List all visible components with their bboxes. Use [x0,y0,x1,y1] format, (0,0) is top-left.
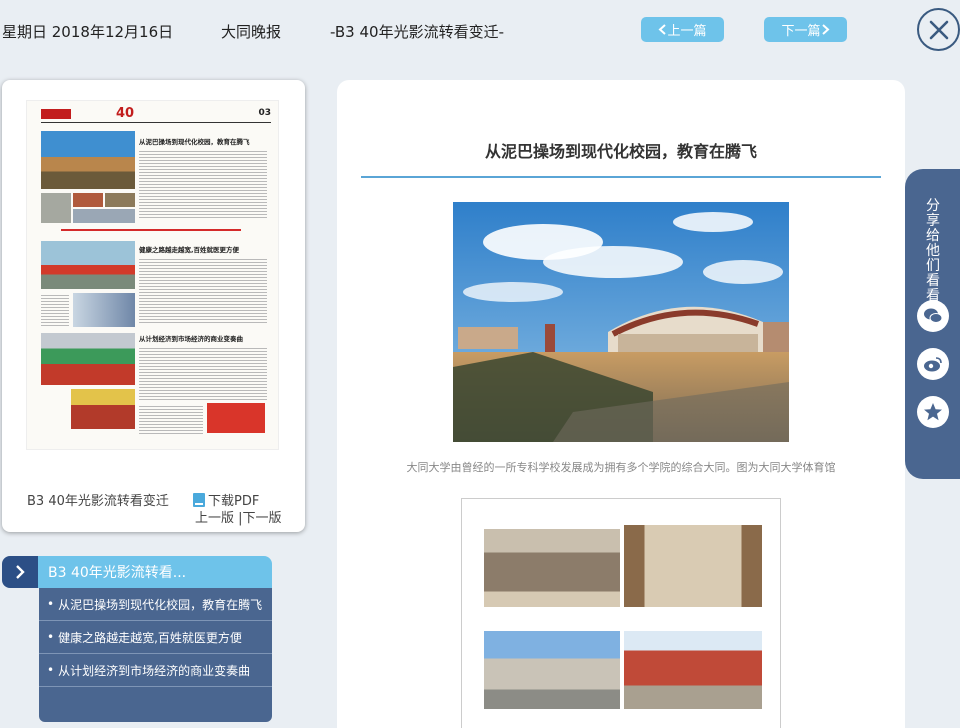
thumb-text-block [139,149,267,219]
thumb-photo-grid [41,193,71,223]
wechat-glyph [924,308,943,323]
section-article-item[interactable]: 从泥巴操场到现代化校园，教育在腾飞 [39,588,272,621]
qzone-icon[interactable] [917,396,949,428]
newspaper-page-thumbnail[interactable]: 40 03 从泥巴操场到现代化校园，教育在腾飞 健康之路越走越宽,百姓就医更方便… [26,100,279,450]
weibo-icon[interactable] [917,348,949,380]
next-article-label: 下一篇 [781,24,821,39]
wechat-icon[interactable] [917,300,949,332]
newspaper-logo [41,109,71,119]
thumb-headline-1: 从泥巴操场到现代化校园，教育在腾飞 [139,138,250,146]
weibo-glyph [924,357,942,372]
thumb-photo-stadium [41,131,135,189]
share-label: 分享给他们看看 [926,198,940,304]
next-article-button[interactable]: 下一篇 [764,17,847,42]
star-glyph [924,403,942,421]
thumb-red-banner [207,403,265,433]
close-icon [929,20,948,39]
chevron-right-icon [16,565,25,579]
article-title: 从泥巴操场到现代化校园，教育在腾飞 [484,142,757,161]
share-sidebar: 分享给他们看看 [905,169,960,479]
thumb-text-block [139,257,267,323]
thumbnail-page-label: B3 40年光影流转看变迁 [27,494,169,509]
thumb-photo-helicopter [41,241,135,289]
stadium-photo-illustration [453,202,789,442]
thumb-photo-grid [73,193,103,207]
anniversary-mark: 40 [116,106,135,121]
section-title: B3 40年光影流转看... [38,556,272,588]
prev-article-label: 上一篇 [667,24,707,39]
thumb-headline-2: 健康之路越走越宽,百姓就医更方便 [139,246,239,254]
collage-photo-gate-old [484,529,620,607]
edition-nav-links[interactable]: 上一版 |下一版 [195,507,282,526]
prev-article-button[interactable]: 上一篇 [641,17,724,42]
thumb-photo-doctor [73,293,135,327]
article-card: 从泥巴操场到现代化校园，教育在腾飞 大同大学由曾经的一所专科学校发展成为拥有多个… [337,80,905,728]
section-toggle[interactable] [2,556,38,588]
thumb-text-block [139,404,203,434]
page-name: -B3 40年光影流转看变迁- [330,23,504,41]
chevron-right-icon [821,24,829,35]
paper-name: 大同晚报 [221,23,282,41]
pdf-icon [193,492,205,507]
section-article-list: 从泥巴操场到现代化校园，教育在腾飞 健康之路越走越宽,百姓就医更方便 从计划经济… [39,588,272,722]
thumb-photo-grid [73,209,135,223]
chevron-left-icon [658,24,667,35]
thumb-red-divider [61,229,241,231]
date-label: 星期日 2018年12月16日 [2,23,174,41]
top-bar: 星期日 2018年12月16日 大同晚报 -B3 40年光影流转看变迁- 上一篇… [0,0,960,62]
collage-photo-gate-modern [484,631,620,709]
collage-photo-campus-building [624,631,762,709]
article-photo-collage [461,498,781,728]
close-button[interactable] [917,8,960,51]
thumb-text-block [139,346,267,400]
newspaper-masthead: 40 03 [41,106,271,123]
section-article-item[interactable]: 健康之路越走越宽,百姓就医更方便 [39,621,272,654]
thumb-photo-grid [105,193,135,207]
thumb-text-block [41,293,69,327]
section-header[interactable]: B3 40年光影流转看... [2,556,272,588]
title-divider [361,176,881,178]
thumb-photo-crowd [71,389,135,429]
photo-caption: 大同大学由曾经的一所专科学校发展成为拥有多个学院的综合大同。图为大同大学体育馆 [406,461,836,474]
thumb-headline-3: 从计划经济到市场经济的商业变奏曲 [139,335,243,343]
newspaper-page-number: 03 [258,108,271,118]
section-article-item[interactable]: 从计划经济到市场经济的商业变奏曲 [39,654,272,687]
page-thumbnail-card: 40 03 从泥巴操场到现代化校园，教育在腾飞 健康之路越走越宽,百姓就医更方便… [2,80,305,532]
thumb-photo-market [41,333,135,385]
article-photo-stadium [453,202,789,442]
collage-photo-gate-brick [624,525,762,607]
